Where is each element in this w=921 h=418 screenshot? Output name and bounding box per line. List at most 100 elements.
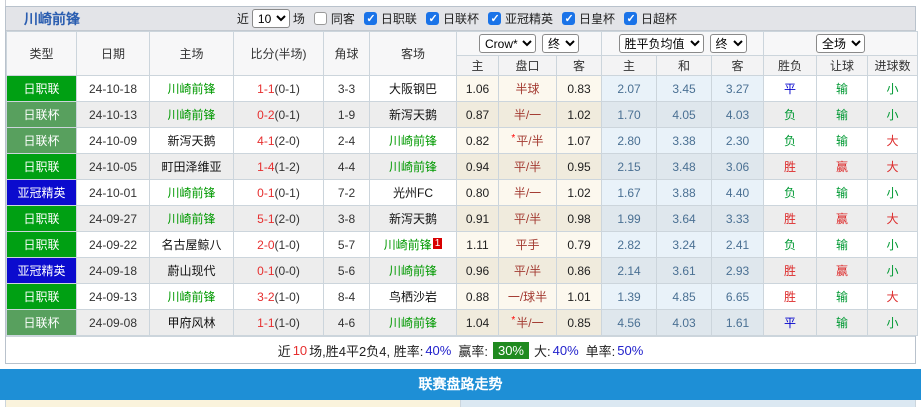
cell-handicap-result: 输	[816, 179, 869, 206]
handicap-line: 半球	[515, 82, 540, 96]
cell-home-team: 川崎前锋	[149, 75, 234, 102]
avg-time-select[interactable]: 终	[709, 34, 747, 53]
cell-result: 胜	[763, 257, 818, 284]
cell-avg-away: 3.33	[711, 205, 765, 232]
cell-date: 24-10-01	[76, 179, 150, 206]
cell-away-team: 川崎前锋	[369, 153, 457, 180]
cell-handicap-result: 输	[816, 127, 869, 154]
cell-date: 24-10-18	[76, 75, 150, 102]
half-time-score: (1-0)	[274, 289, 300, 304]
near-count-select[interactable]: 10	[251, 9, 290, 28]
cell-date: 24-09-22	[76, 231, 150, 258]
league-checkbox-super[interactable]	[623, 12, 637, 25]
cell-home-team: 川崎前锋	[149, 283, 234, 310]
half-time-score: (0-1)	[274, 107, 300, 122]
match-history-panel: 川崎前锋 近 10 场 同客 日职联 日联杯 亚冠精英 日皇杯 日超杯	[5, 6, 919, 364]
col-header-type: 类型	[6, 31, 77, 76]
summary-single-label: 单率:	[585, 343, 616, 359]
sub-header-home-odds: 主	[456, 55, 499, 76]
cell-avg-draw: 4.85	[656, 283, 713, 310]
cell-corners: 2-4	[323, 127, 370, 154]
league-checkbox-acl[interactable]	[487, 12, 501, 25]
league-handicap-trend-button[interactable]: 联赛盘路走势	[0, 369, 921, 400]
table-row: 日职联 24-10-05 町田泽维亚 1-4(1-2) 4-4 川崎前锋 0.9…	[6, 153, 919, 180]
cell-corners: 3-3	[323, 75, 370, 102]
cell-away-team: 川崎前锋	[369, 127, 457, 154]
cell-avg-away: 4.03	[711, 101, 765, 128]
col-header-date: 日期	[76, 31, 150, 76]
league-badge: 日职联	[6, 205, 77, 232]
table-row: 日职联 24-09-22 名古屋鲸八 2-0(1-0) 5-7 川崎前锋 1 1.…	[6, 231, 919, 258]
league-badge: 日职联	[6, 153, 77, 180]
red-card-badge: 1	[432, 238, 443, 249]
cell-result: 负	[763, 127, 818, 154]
cell-handicap-result: 输	[816, 101, 869, 128]
league-badge: 日联杯	[6, 309, 77, 336]
league-checkbox-emperor[interactable]	[561, 12, 575, 25]
cell-home-team: 川崎前锋	[149, 179, 234, 206]
table-row: 亚冠精英 24-10-01 川崎前锋 0-1(0-1) 7-2 光州FC 0.8…	[6, 179, 919, 206]
cell-avg-away: 2.30	[711, 127, 765, 154]
cell-date: 24-09-27	[76, 205, 150, 232]
cell-away-team: 川崎前锋	[369, 257, 457, 284]
sub-header-handicap-result: 让球	[816, 55, 869, 76]
cell-avg-away: 1.61	[711, 309, 765, 336]
cell-handicap: 半球	[498, 75, 557, 102]
cell-score: 1-1(0-1)	[233, 75, 324, 102]
cell-date: 24-10-09	[76, 127, 150, 154]
summary-profit-label: 赢率:	[458, 343, 488, 359]
cell-handicap: *半/一	[498, 309, 557, 336]
scope-select[interactable]: 全场	[816, 34, 866, 53]
league-checkbox-jcup[interactable]	[425, 12, 439, 25]
col-header-corners: 角球	[323, 31, 370, 76]
away-team-name: 新泻天鹅	[388, 108, 437, 122]
cell-handicap-result: 赢	[816, 257, 869, 284]
cell-away-team: 大阪钢巴	[369, 75, 457, 102]
cell-goals-result: 小	[867, 257, 919, 284]
cell-result: 平	[763, 309, 818, 336]
table-row: 日职联 24-09-27 川崎前锋 5-1(2-0) 3-8 新泻天鹅 0.91…	[6, 205, 919, 232]
cell-home-team: 町田泽维亚	[149, 153, 234, 180]
odds-company-select[interactable]: Crow*	[479, 34, 537, 53]
handicap-line: 平/半	[513, 212, 542, 226]
summary-big-rate: 40%	[552, 342, 579, 358]
cell-date: 24-09-13	[76, 283, 150, 310]
cell-result: 平	[763, 75, 818, 102]
cell-date: 24-10-05	[76, 153, 150, 180]
cell-home-odds: 0.91	[456, 205, 499, 232]
league-badge: 日联杯	[6, 101, 77, 128]
league-checkbox-jleague[interactable]	[363, 12, 377, 25]
avg-odds-select[interactable]: 胜平负均值	[618, 34, 704, 53]
league-badge: 亚冠精英	[6, 179, 77, 206]
cell-home-odds: 0.88	[456, 283, 499, 310]
cell-avg-home: 1.67	[601, 179, 658, 206]
same-away-checkbox[interactable]	[313, 12, 327, 25]
sub-header-result: 胜负	[763, 55, 818, 76]
odds-time-select[interactable]: 终	[542, 34, 580, 53]
full-time-score: 5-1	[257, 211, 275, 226]
cell-handicap: 一/球半	[498, 283, 557, 310]
cell-avg-away: 4.40	[711, 179, 765, 206]
cell-score: 0-1(0-0)	[233, 257, 324, 284]
cell-handicap: 平/半	[498, 257, 557, 284]
scope-select-group: 全场	[763, 31, 919, 56]
cell-home-odds: 1.06	[456, 75, 499, 102]
league-label-jcup: 日联杯	[442, 12, 479, 26]
next-section-right-cell	[461, 400, 915, 407]
cell-avg-home: 2.82	[601, 231, 658, 258]
cell-result: 负	[763, 179, 818, 206]
cell-handicap-result: 输	[816, 75, 869, 102]
cell-home-team: 名古屋鲸八	[149, 231, 234, 258]
cell-home-odds: 0.80	[456, 179, 499, 206]
handicap-change-star: *	[511, 133, 516, 144]
away-team-name: 新泻天鹅	[388, 212, 437, 226]
cell-corners: 5-7	[323, 231, 370, 258]
cell-result: 负	[763, 101, 818, 128]
cell-handicap-result: 输	[816, 309, 869, 336]
full-time-score: 3-2	[257, 289, 275, 304]
table-row: 日职联 24-09-13 川崎前锋 3-2(1-0) 8-4 鸟栖沙岩 0.88…	[6, 283, 919, 310]
cell-handicap: 平手	[498, 231, 557, 258]
cell-goals-result: 大	[867, 205, 919, 232]
cell-away-team: 新泻天鹅	[369, 205, 457, 232]
cell-home-odds: 0.87	[456, 101, 499, 128]
